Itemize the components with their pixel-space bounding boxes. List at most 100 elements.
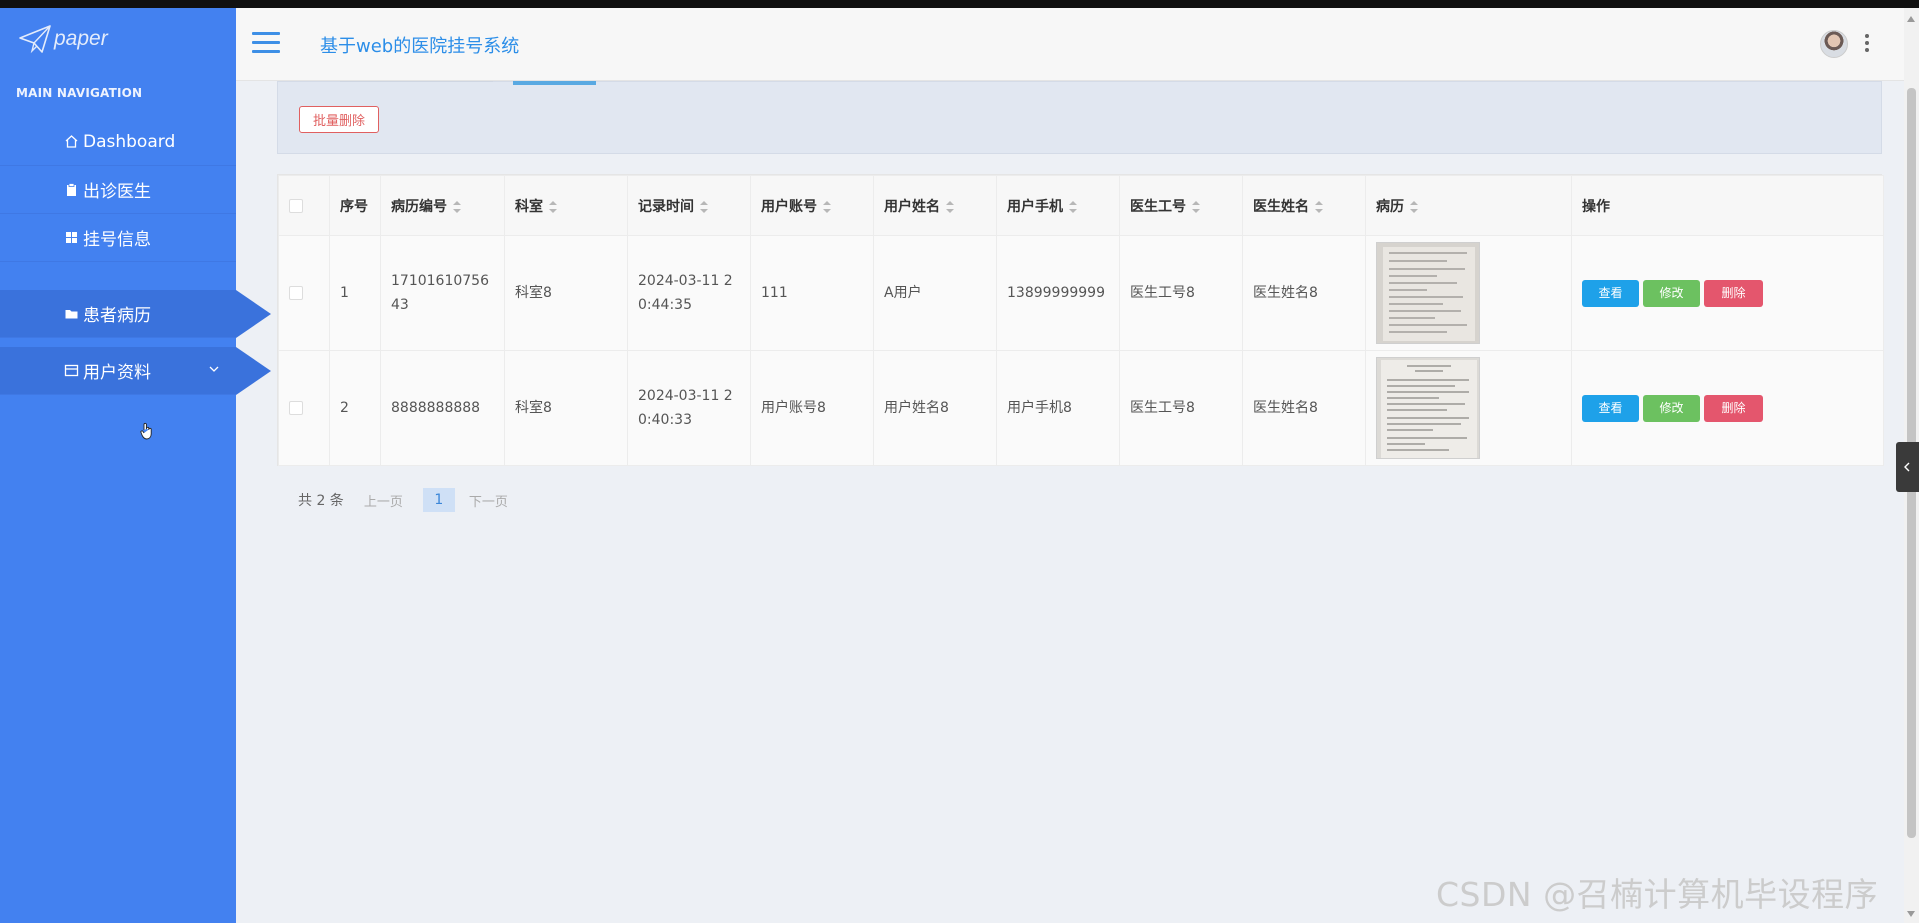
sidebar-item-label: 用户资料 [83,363,151,383]
cell-actions: 查看 修改 删除 [1571,350,1884,466]
table-header-row: 序号 病历编号 科室 记录时间 用户账号 用户姓名 用户手机 医生工号 医生姓名… [278,175,1884,236]
clipboard-icon [64,182,79,197]
cell-time: 2024-03-11 20:44:35 [627,235,751,351]
top-header: 基于web的医院挂号系统 [236,8,1904,81]
cell-account: 111 [750,235,874,351]
cell-time: 2024-03-11 20:40:33 [627,350,751,466]
cell-user-name: 用户姓名8 [873,350,997,466]
sort-icon[interactable] [1069,200,1077,213]
cell-doctor-name: 医生姓名8 [1242,350,1366,466]
col-header-record-no[interactable]: 病历编号 [380,175,505,236]
cell-record-no: 1710161075643 [380,235,505,351]
col-header-medical-record[interactable]: 病历 [1365,175,1572,236]
scroll-up-icon[interactable] [1907,16,1915,22]
paper-plane-icon [19,25,51,54]
col-header-doctor-no[interactable]: 医生工号 [1119,175,1243,236]
cell-phone: 13899999999 [996,235,1120,351]
sort-icon[interactable] [1192,200,1200,213]
col-header-actions: 操作 [1571,175,1884,236]
cell-record-no: 8888888888 [380,350,505,466]
delete-button[interactable]: 删除 [1704,394,1763,422]
col-header-department[interactable]: 科室 [504,175,628,236]
tab-divider [340,81,493,82]
next-page-button[interactable]: 下一页 [469,491,508,510]
records-table: 序号 病历编号 科室 记录时间 用户账号 用户姓名 用户手机 医生工号 医生姓名… [277,174,1884,466]
sort-icon[interactable] [549,200,557,213]
cell-account: 用户账号8 [750,350,874,466]
chevron-down-icon[interactable] [208,363,220,375]
row-checkbox[interactable] [289,401,303,415]
cell-index: 2 [329,350,381,466]
sidebar-item-dashboard[interactable]: Dashboard [0,118,236,166]
watermark: CSDN @召楠计算机毕设程序 [1436,875,1879,914]
sidebar-item-label: 挂号信息 [83,230,151,250]
view-button[interactable]: 查看 [1582,394,1639,422]
sort-icon[interactable] [453,200,461,213]
cell-doctor-no: 医生工号8 [1119,235,1243,351]
row-checkbox[interactable] [289,286,303,300]
cell-medical-record-image [1365,235,1572,351]
window-top-strip [0,0,1919,8]
cell-department: 科室8 [504,235,628,351]
row-checkbox-cell[interactable] [278,350,330,466]
cell-index: 1 [329,235,381,351]
sort-icon[interactable] [946,200,954,213]
chevron-left-icon [1904,462,1910,472]
page-number-current[interactable]: 1 [422,488,455,512]
prev-page-button[interactable]: 上一页 [364,491,403,510]
col-header-phone[interactable]: 用户手机 [996,175,1120,236]
batch-delete-button[interactable]: 批量删除 [299,106,379,133]
table-row: 2 8888888888 科室8 2024-03-11 20:40:33 用户账… [278,350,1884,466]
sidebar-item-label: Dashboard [83,131,176,152]
active-tab-indicator [513,81,596,85]
cell-actions: 查看 修改 删除 [1571,235,1884,351]
hand-cursor-icon [140,422,152,440]
more-vertical-icon[interactable] [1864,34,1870,54]
col-header-account[interactable]: 用户账号 [750,175,874,236]
select-all-checkbox-cell[interactable] [278,175,330,236]
col-header-index: 序号 [329,175,381,236]
edit-button[interactable]: 修改 [1643,279,1700,307]
sidebar-item-label: 出诊医生 [83,182,151,202]
edit-button[interactable]: 修改 [1643,394,1700,422]
sort-icon[interactable] [700,200,708,213]
col-header-user-name[interactable]: 用户姓名 [873,175,997,236]
sidebar-item-doctors[interactable]: 出诊医生 [0,166,236,214]
row-checkbox-cell[interactable] [278,235,330,351]
sidebar-item-label: 患者病历 [83,306,151,326]
scroll-down-icon[interactable] [1907,911,1915,917]
col-header-doctor-name[interactable]: 医生姓名 [1242,175,1366,236]
medical-record-thumbnail[interactable] [1376,242,1480,344]
page-title: 基于web的医院挂号系统 [320,36,520,57]
sidebar-item-registrations[interactable]: 挂号信息 [0,214,236,262]
card-icon [64,363,79,378]
cell-user-name: A用户 [873,235,997,351]
pagination-total: 共 2 条 [298,493,344,509]
view-button[interactable]: 查看 [1582,279,1639,307]
cell-phone: 用户手机8 [996,350,1120,466]
cell-medical-record-image [1365,350,1572,466]
table-row: 1 1710161075643 科室8 2024-03-11 20:44:35 … [278,235,1884,351]
sidebar-item-patient-records[interactable]: 患者病历 [0,290,271,338]
cell-doctor-name: 医生姓名8 [1242,235,1366,351]
select-all-checkbox[interactable] [289,198,303,213]
home-icon [64,134,79,149]
active-arrow [236,290,271,338]
submenu-arrow [236,347,271,395]
side-panel-toggle[interactable] [1896,442,1919,492]
sidebar-item-user-profile[interactable]: 用户资料 [0,347,271,395]
filter-panel [277,81,1882,154]
sort-icon[interactable] [1315,200,1323,213]
folder-icon [64,306,79,321]
pagination: 共 2 条 上一页 1 下一页 [298,488,508,512]
sort-icon[interactable] [823,200,831,213]
menu-toggle-icon[interactable] [252,32,280,54]
col-header-time[interactable]: 记录时间 [627,175,751,236]
medical-record-thumbnail[interactable] [1376,357,1480,459]
cell-doctor-no: 医生工号8 [1119,350,1243,466]
sort-icon[interactable] [1410,200,1418,213]
delete-button[interactable]: 删除 [1704,279,1763,307]
nav-heading: MAIN NAVIGATION [16,86,143,100]
brand-logo[interactable]: paper [18,22,108,56]
avatar[interactable] [1820,30,1848,58]
